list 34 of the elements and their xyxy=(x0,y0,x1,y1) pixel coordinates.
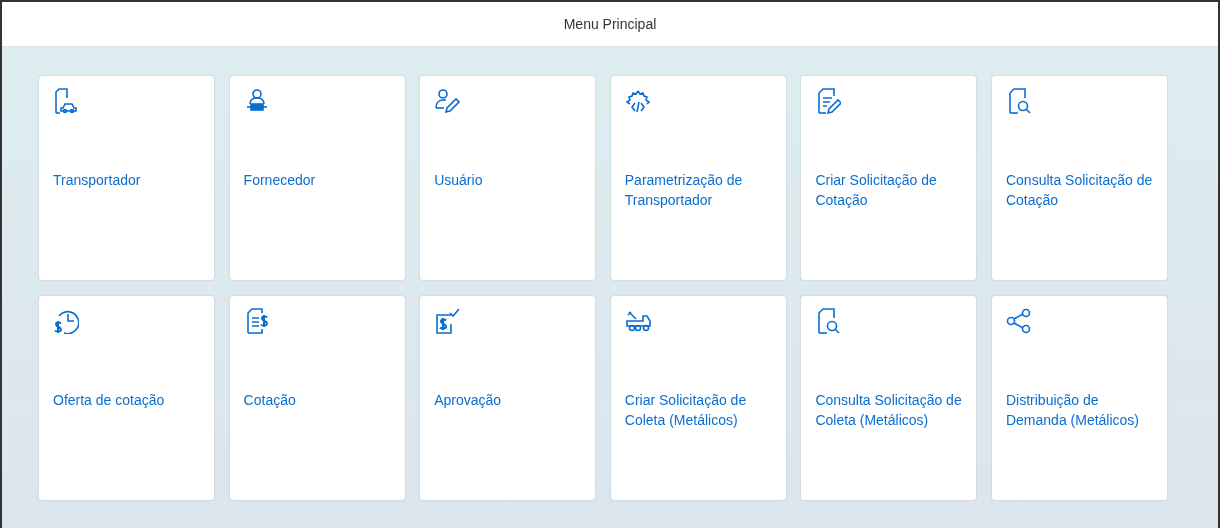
app-tile[interactable]: Cotação xyxy=(229,296,405,500)
tile-label: Criar Solicitação de Coleta (Metálicos) xyxy=(624,391,748,430)
app-tile[interactable]: Aprovação xyxy=(420,296,596,500)
truck-icon xyxy=(624,308,651,334)
tile-label: Fornecedor xyxy=(243,171,316,190)
tile-label: Consulta Solicitação de Cotação xyxy=(1005,171,1153,210)
app-tile[interactable]: Transportador xyxy=(39,76,214,280)
app-tile[interactable]: Parametrização de Transportador xyxy=(610,76,786,280)
app-tile[interactable]: Usuário xyxy=(420,76,596,280)
page-title: Menu Principal xyxy=(563,16,657,32)
tile-label: Oferta de cotação xyxy=(53,391,165,410)
app-tile[interactable]: Criar Solicitação de Cotação xyxy=(801,76,977,280)
tile-label: Criar Solicitação de Cotação xyxy=(815,171,938,210)
dollar-clock-icon xyxy=(53,308,79,334)
tile-label: Cotação xyxy=(243,391,296,410)
person-pencil-icon xyxy=(434,88,461,114)
share-icon xyxy=(1005,308,1032,334)
document-pencil-icon xyxy=(815,88,842,114)
app-tile[interactable]: Consulta Solicitação de Coleta (Metálicos) xyxy=(801,296,977,500)
tile-label: Distribuição de Demanda (Metálicos) xyxy=(1005,391,1141,430)
app-tile[interactable]: Criar Solicitação de Coleta (Metálicos) xyxy=(610,296,786,500)
tile-label: Parametrização de Transportador xyxy=(624,171,744,210)
tile-label: Transportador xyxy=(53,171,141,190)
app-tile[interactable]: Fornecedor xyxy=(229,76,405,280)
tile-label: Aprovação xyxy=(434,391,502,410)
app-tile[interactable]: Consulta Solicitação de Cotação xyxy=(991,76,1167,280)
tile-label: Usuário xyxy=(434,171,483,190)
gear-code-icon xyxy=(624,88,651,114)
document-car-icon xyxy=(53,88,79,114)
app-tile[interactable]: Distribuição de Demanda (Metálicos) xyxy=(991,296,1167,500)
tile-label: Consulta Solicitação de Coleta (Metálicos) xyxy=(815,391,963,430)
app-tile[interactable]: Oferta de cotação xyxy=(39,296,214,500)
dollar-check-icon xyxy=(434,308,461,334)
document-search-icon xyxy=(815,308,842,334)
